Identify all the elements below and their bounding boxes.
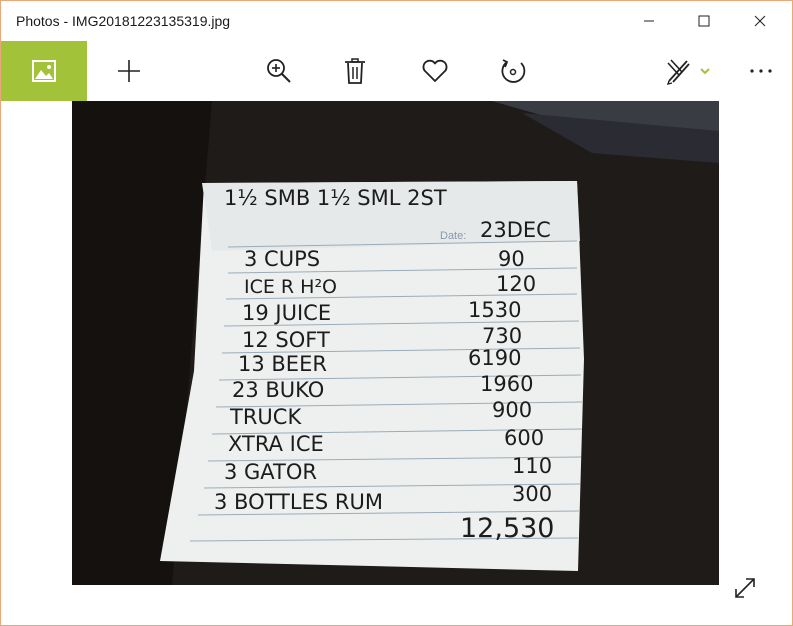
receipt-date-label: Date:	[440, 230, 466, 242]
receipt-item: 3 BOTTLES RUM	[214, 490, 383, 514]
receipt-item: 12 SOFT	[242, 328, 330, 352]
receipt-amount: 300	[512, 482, 552, 506]
receipt-total: 12,530	[460, 513, 554, 544]
receipt-amount: 730	[482, 324, 522, 348]
photos-app-window: Photos - IMG20181223135319.jpg 1½ SMB 1½…	[0, 0, 793, 626]
rotate-button[interactable]	[487, 41, 539, 101]
receipt-item: 3 CUPS	[244, 247, 320, 271]
receipt-item: TRUCK	[229, 405, 302, 429]
receipt-item: XTRA ICE	[228, 432, 324, 456]
receipt-photo-image: 1½ SMB 1½ SML 2ST Date: 23DEC 3 CUPS 90 …	[72, 101, 719, 585]
receipt-item: ICE R H²O	[244, 276, 337, 298]
maximize-button[interactable]	[681, 1, 727, 41]
chevron-down-icon	[700, 68, 710, 75]
add-icon	[118, 60, 140, 82]
window-title: Photos - IMG20181223135319.jpg	[16, 13, 231, 29]
delete-button[interactable]	[329, 41, 381, 101]
zoom-in-button[interactable]	[253, 41, 305, 101]
toolbar	[1, 41, 792, 101]
receipt-photo[interactable]: 1½ SMB 1½ SML 2ST Date: 23DEC 3 CUPS 90 …	[72, 101, 719, 585]
receipt-amount: 120	[496, 272, 536, 296]
close-button[interactable]	[737, 1, 783, 41]
photo-viewer: 1½ SMB 1½ SML 2ST Date: 23DEC 3 CUPS 90 …	[1, 101, 792, 625]
view-photo-button[interactable]	[1, 41, 87, 101]
receipt-amount: 1960	[480, 372, 533, 396]
full-screen-button[interactable]	[728, 571, 762, 605]
receipt-item: 19 JUICE	[242, 301, 331, 325]
receipt-item: 13 BEER	[238, 352, 327, 376]
receipt-amount: 1530	[468, 298, 521, 322]
minimize-icon	[644, 20, 654, 22]
zoom-in-icon	[267, 59, 291, 83]
edit-create-icon	[666, 59, 690, 85]
minimize-button[interactable]	[626, 1, 672, 41]
close-icon	[754, 15, 766, 27]
add-button[interactable]	[103, 41, 155, 101]
more-options-button[interactable]	[735, 41, 787, 101]
receipt-date-value: 23DEC	[480, 218, 551, 242]
favorite-heart-icon	[422, 59, 448, 82]
maximize-icon	[698, 15, 710, 27]
title-bar[interactable]: Photos - IMG20181223135319.jpg	[1, 1, 792, 41]
receipt-amount: 600	[504, 426, 544, 450]
receipt-amount: 110	[512, 454, 552, 478]
view-photo-icon	[32, 60, 56, 82]
rotate-icon	[501, 59, 526, 83]
receipt-amount: 900	[492, 398, 532, 422]
expand-icon	[735, 578, 755, 598]
receipt-item: 23 BUKO	[232, 378, 324, 402]
favorite-button[interactable]	[409, 41, 461, 101]
edit-create-button[interactable]	[657, 41, 719, 101]
receipt-item: 3 GATOR	[224, 460, 317, 484]
receipt-amount: 6190	[468, 346, 521, 370]
delete-icon	[345, 58, 365, 84]
more-options-icon	[750, 69, 772, 73]
receipt-amount: 90	[498, 247, 525, 271]
receipt-header: 1½ SMB 1½ SML 2ST	[224, 186, 447, 210]
